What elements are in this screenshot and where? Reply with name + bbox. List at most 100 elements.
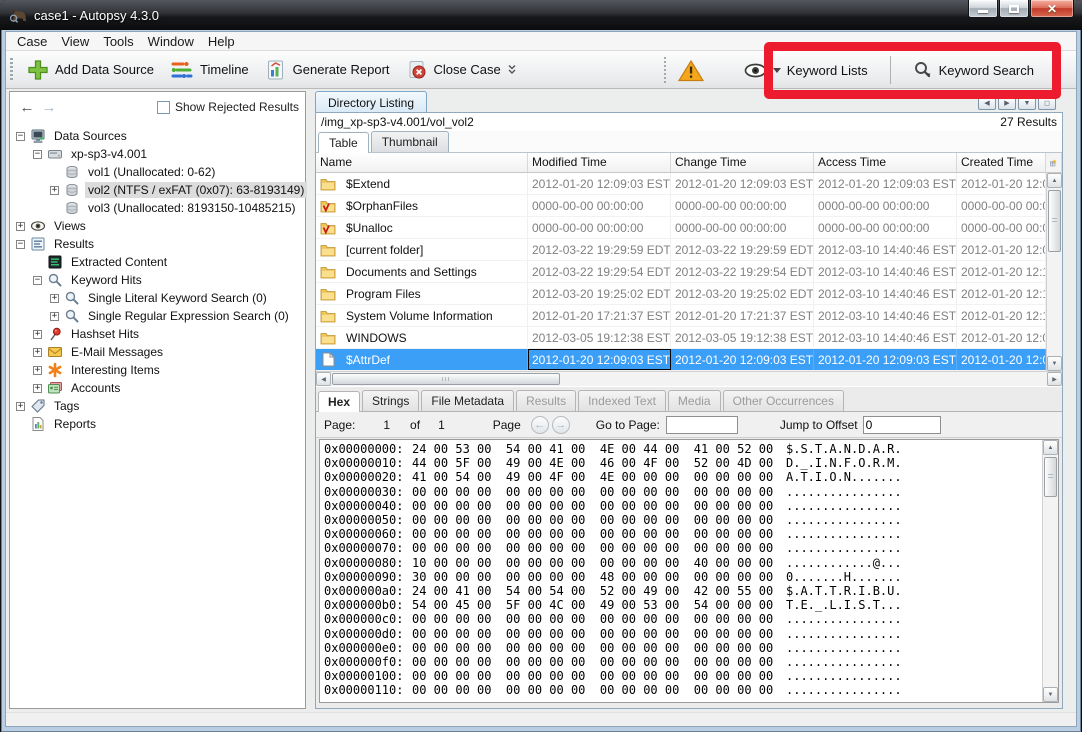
menu-item[interactable]: Case [10, 33, 54, 50]
tree-item-label[interactable]: xp-sp3-v4.001 [68, 146, 150, 162]
menu-item[interactable]: Help [201, 33, 242, 50]
viewer-tab[interactable]: Media [668, 390, 721, 411]
tree-expander-icon[interactable] [16, 240, 25, 249]
scroll-left-icon[interactable]: ◀ [316, 372, 331, 386]
scroll-down-icon[interactable]: ▼ [1043, 687, 1058, 702]
maximize-button[interactable] [999, 0, 1029, 18]
viewer-tab[interactable]: Hex [318, 391, 360, 412]
table-row[interactable]: $OrphanFiles 0000-00-00 00:00:00 0000-00… [316, 195, 1062, 217]
tree-item-label[interactable]: Data Sources [51, 128, 130, 144]
tree-expander-icon[interactable] [50, 186, 59, 195]
tree-item-label[interactable]: Keyword Hits [68, 272, 145, 288]
tree-item[interactable]: xp-sp3-v4.001 [10, 145, 305, 163]
table-row[interactable]: WINDOWS 2012-03-05 19:12:38 EST 2012-03-… [316, 327, 1062, 349]
column-header-created[interactable]: Created Time [957, 153, 1046, 172]
tree-item[interactable]: Keyword Hits [10, 271, 305, 289]
view-tab[interactable]: Thumbnail [371, 131, 449, 152]
tree-item[interactable]: Hashset Hits [10, 325, 305, 343]
tree-item-label[interactable]: vol1 (Unallocated: 0-62) [85, 164, 218, 180]
tree-item[interactable]: Views [10, 217, 305, 235]
goto-page-input[interactable] [666, 416, 738, 434]
column-header-modified[interactable]: Modified Time [528, 153, 671, 172]
back-button[interactable]: ← [16, 97, 38, 117]
tree-item[interactable]: Reports [10, 415, 305, 433]
tree-item-label[interactable]: Views [51, 218, 89, 234]
forward-button[interactable]: → [38, 97, 60, 117]
warning-icon[interactable] [678, 59, 704, 82]
tree-expander-icon[interactable] [33, 330, 42, 339]
viewer-tab[interactable]: Other Occurrences [723, 390, 844, 411]
panel-menu-icon[interactable]: ▼ [1018, 96, 1036, 110]
show-rejected-checkbox[interactable] [157, 101, 170, 114]
tree-expander-icon[interactable] [33, 366, 42, 375]
tree-item-label[interactable]: vol2 (NTFS / exFAT (0x07): 63-8193149) [85, 182, 307, 198]
scroll-thumb[interactable] [1044, 457, 1057, 497]
tree-item-label[interactable]: Interesting Items [68, 362, 163, 378]
tree-item[interactable]: vol3 (Unallocated: 8193150-10485215) [10, 199, 305, 217]
table-row[interactable]: $Unalloc 0000-00-00 00:00:00 0000-00-00 … [316, 217, 1062, 239]
scroll-up-icon[interactable]: ▲ [1047, 173, 1062, 188]
tree-expander-icon[interactable] [33, 150, 42, 159]
tree-expander-icon[interactable] [16, 402, 25, 411]
tree-item-label[interactable]: Reports [51, 416, 99, 432]
view-tab[interactable]: Table [318, 132, 369, 153]
tree-item[interactable]: vol2 (NTFS / exFAT (0x07): 63-8193149) [10, 181, 305, 199]
panel-prev-icon[interactable]: ◀ [978, 96, 996, 110]
minimize-button[interactable] [968, 0, 998, 18]
scroll-thumb[interactable] [1048, 190, 1061, 252]
viewer-tab[interactable]: File Metadata [421, 390, 514, 411]
tree-expander-icon[interactable] [33, 276, 42, 285]
close-button[interactable]: ✕ [1030, 0, 1074, 18]
menu-item[interactable]: View [54, 33, 96, 50]
viewer-tab[interactable]: Indexed Text [578, 390, 666, 411]
close-case-button[interactable]: Close Case [398, 55, 525, 85]
tree-item-label[interactable]: Single Regular Expression Search (0) [85, 308, 292, 324]
keyword-search-button[interactable]: Keyword Search [905, 57, 1042, 83]
viewer-tab[interactable]: Results [516, 390, 576, 411]
column-header-access[interactable]: Access Time [814, 153, 957, 172]
scroll-down-icon[interactable]: ▼ [1047, 356, 1062, 371]
scroll-right-icon[interactable]: ▶ [1047, 372, 1062, 386]
tree-item[interactable]: Results [10, 235, 305, 253]
table-row[interactable]: $Extend 2012-01-20 12:09:03 EST 2012-01-… [316, 173, 1062, 195]
table-row[interactable]: Documents and Settings 2012-03-22 19:29:… [316, 261, 1062, 283]
tree-item-label[interactable]: Extracted Content [68, 254, 170, 270]
scroll-thumb[interactable] [332, 373, 560, 385]
tree-expander-icon[interactable] [50, 312, 59, 321]
tree-expander-icon[interactable] [50, 294, 59, 303]
tree-item-label[interactable]: Hashset Hits [68, 326, 142, 342]
menu-item[interactable]: Window [141, 33, 201, 50]
generate-report-button[interactable]: Generate Report [257, 55, 398, 85]
table-row[interactable]: System Volume Information 2012-01-20 17:… [316, 305, 1062, 327]
jump-to-offset-input[interactable] [863, 416, 941, 434]
viewer-tab[interactable]: Strings [362, 390, 419, 411]
tree-item[interactable]: E-Mail Messages [10, 343, 305, 361]
tree-item[interactable]: Single Regular Expression Search (0) [10, 307, 305, 325]
column-header-change[interactable]: Change Time [671, 153, 814, 172]
next-page-button[interactable]: → [552, 416, 570, 434]
tree-item[interactable]: Data Sources [10, 127, 305, 145]
tree-expander-icon[interactable] [16, 132, 25, 141]
tree-expander-icon[interactable] [33, 348, 42, 357]
tab-directory-listing[interactable]: Directory Listing [315, 91, 427, 113]
keyword-lists-button[interactable]: Keyword Lists [736, 59, 876, 82]
tree-expander-icon[interactable] [33, 384, 42, 393]
tree-item-label[interactable]: E-Mail Messages [68, 344, 166, 360]
prev-page-button[interactable]: ← [531, 416, 549, 434]
table-row[interactable]: Program Files 2012-03-20 19:25:02 EDT 20… [316, 283, 1062, 305]
menu-item[interactable]: Tools [96, 33, 140, 50]
panel-next-icon[interactable]: ▶ [998, 96, 1016, 110]
overflow-chevron-icon[interactable] [507, 63, 517, 76]
table-vertical-scrollbar[interactable]: ▲ ▼ [1046, 173, 1062, 371]
scroll-up-icon[interactable]: ▲ [1043, 440, 1058, 455]
timeline-button[interactable]: Timeline [162, 56, 257, 84]
tree-item-label[interactable]: vol3 (Unallocated: 8193150-10485215) [85, 200, 299, 216]
toolbar-grip[interactable] [10, 58, 13, 82]
table-row[interactable]: $AttrDef 2012-01-20 12:09:03 EST 2012-01… [316, 349, 1062, 371]
tree-expander-icon[interactable] [16, 222, 25, 231]
column-header-name[interactable]: Name [316, 153, 528, 172]
tree-item[interactable]: Accounts [10, 379, 305, 397]
tree-item[interactable]: Extracted Content [10, 253, 305, 271]
tree-item[interactable]: Interesting Items [10, 361, 305, 379]
tree-item-label[interactable]: Single Literal Keyword Search (0) [85, 290, 270, 306]
